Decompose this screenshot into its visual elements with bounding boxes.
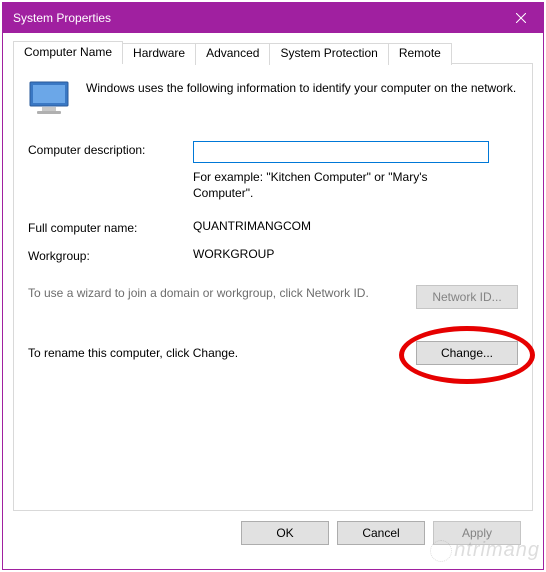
full-name-row: Full computer name: QUANTRIMANGCOM xyxy=(28,219,518,235)
workgroup-row: Workgroup: WORKGROUP xyxy=(28,247,518,263)
workgroup-label: Workgroup: xyxy=(28,247,193,263)
full-name-value: QUANTRIMANGCOM xyxy=(193,219,518,235)
tab-hardware[interactable]: Hardware xyxy=(123,43,196,65)
tab-computer-name[interactable]: Computer Name xyxy=(13,41,123,64)
tab-remote[interactable]: Remote xyxy=(389,43,452,65)
network-id-section: To use a wizard to join a domain or work… xyxy=(28,285,518,309)
apply-button: Apply xyxy=(433,521,521,545)
intro-text: Windows uses the following information t… xyxy=(86,80,518,96)
content-area: Computer Name Hardware Advanced System P… xyxy=(3,33,543,555)
description-input[interactable] xyxy=(193,141,489,163)
change-button[interactable]: Change... xyxy=(416,341,518,365)
tab-label: Advanced xyxy=(206,46,259,60)
close-icon xyxy=(516,13,526,23)
description-row: Computer description: xyxy=(28,141,518,163)
tab-advanced[interactable]: Advanced xyxy=(196,43,270,65)
rename-text: To rename this computer, click Change. xyxy=(28,346,402,360)
tab-label: Hardware xyxy=(133,46,185,60)
workgroup-value: WORKGROUP xyxy=(193,247,518,263)
close-button[interactable] xyxy=(498,3,543,33)
description-label: Computer description: xyxy=(28,141,193,157)
button-label: Network ID... xyxy=(432,290,501,304)
button-label: OK xyxy=(276,526,293,540)
tab-label: Computer Name xyxy=(24,45,112,59)
ok-button[interactable]: OK xyxy=(241,521,329,545)
dialog-buttons: OK Cancel Apply xyxy=(13,511,533,545)
network-id-button: Network ID... xyxy=(416,285,518,309)
tab-system-protection[interactable]: System Protection xyxy=(270,43,388,65)
computer-icon xyxy=(28,80,72,123)
cancel-button[interactable]: Cancel xyxy=(337,521,425,545)
intro-row: Windows uses the following information t… xyxy=(28,80,518,123)
button-label: Change... xyxy=(441,346,493,360)
description-example: For example: "Kitchen Computer" or "Mary… xyxy=(193,169,489,201)
network-id-text: To use a wizard to join a domain or work… xyxy=(28,285,402,301)
full-name-label: Full computer name: xyxy=(28,219,193,235)
button-label: Apply xyxy=(462,526,492,540)
tab-strip: Computer Name Hardware Advanced System P… xyxy=(13,41,533,63)
rename-section: To rename this computer, click Change. C… xyxy=(28,341,518,365)
titlebar: System Properties xyxy=(3,3,543,33)
tab-label: Remote xyxy=(399,46,441,60)
tab-label: System Protection xyxy=(280,46,377,60)
system-properties-window: System Properties Computer Name Hardware… xyxy=(2,2,544,570)
button-label: Cancel xyxy=(362,526,399,540)
tab-panel-computer-name: Windows uses the following information t… xyxy=(13,63,533,511)
window-title: System Properties xyxy=(13,11,498,25)
